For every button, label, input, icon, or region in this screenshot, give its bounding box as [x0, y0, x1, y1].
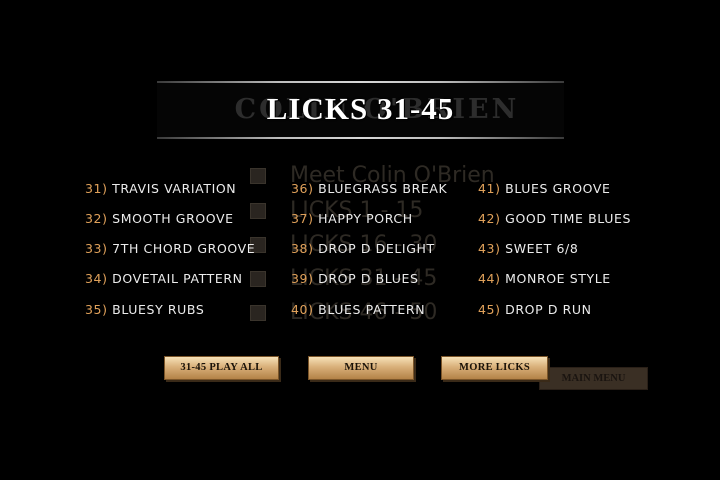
lick-number: 32)	[85, 211, 108, 226]
lick-name: SWEET 6/8	[505, 241, 579, 256]
lick-name: BLUEGRASS BREAK	[318, 181, 448, 196]
lick-number: 42)	[478, 211, 501, 226]
ghost-checkbox-icon	[250, 271, 266, 287]
lick-name: GOOD TIME BLUES	[505, 211, 632, 226]
lick-number: 44)	[478, 271, 501, 286]
play-all-button[interactable]: 31-45 PLAY ALL	[164, 356, 279, 380]
lick-item-32[interactable]: 32) SMOOTH GROOVE	[85, 211, 234, 227]
lick-number: 34)	[85, 271, 108, 286]
lick-item-39[interactable]: 39) DROP D BLUES	[291, 271, 419, 287]
lick-number: 38)	[291, 241, 314, 256]
banner-bottom-rule	[157, 137, 564, 139]
lick-number: 33)	[85, 241, 108, 256]
main-menu-button[interactable]: MAIN MENU	[539, 367, 648, 390]
lick-name: BLUES PATTERN	[318, 302, 426, 317]
ghost-checkbox-icon	[250, 168, 266, 184]
lick-name: DROP D DELIGHT	[318, 241, 435, 256]
lick-name: TRAVIS VARIATION	[112, 181, 237, 196]
lick-name: DROP D BLUES	[318, 271, 419, 286]
lick-name: DROP D RUN	[505, 302, 592, 317]
lick-item-36[interactable]: 36) BLUEGRASS BREAK	[291, 181, 447, 197]
ghost-checkbox-icon	[250, 305, 266, 321]
lick-number: 37)	[291, 211, 314, 226]
lick-name: BLUESY RUBS	[112, 302, 205, 317]
more-licks-button[interactable]: MORE LICKS	[441, 356, 548, 380]
lick-item-34[interactable]: 34) DOVETAIL PATTERN	[85, 271, 243, 287]
lick-number: 31)	[85, 181, 108, 196]
lick-name: SMOOTH GROOVE	[112, 211, 234, 226]
lick-item-33[interactable]: 33) 7TH CHORD GROOVE	[85, 241, 255, 257]
lick-number: 41)	[478, 181, 501, 196]
lick-item-45[interactable]: 45) DROP D RUN	[478, 302, 592, 318]
lick-item-41[interactable]: 41) BLUES GROOVE	[478, 181, 611, 197]
lick-item-42[interactable]: 42) GOOD TIME BLUES	[478, 211, 631, 227]
lick-name: HAPPY PORCH	[318, 211, 413, 226]
lick-item-31[interactable]: 31) TRAVIS VARIATION	[85, 181, 236, 197]
lick-item-37[interactable]: 37) HAPPY PORCH	[291, 211, 413, 227]
ghost-checkbox-icon	[250, 203, 266, 219]
lick-item-40[interactable]: 40) BLUES PATTERN	[291, 302, 425, 318]
lick-name: BLUES GROOVE	[505, 181, 611, 196]
lick-item-38[interactable]: 38) DROP D DELIGHT	[291, 241, 435, 257]
lick-name: DOVETAIL PATTERN	[112, 271, 243, 286]
lick-number: 35)	[85, 302, 108, 317]
page-title: LICKS 31-45	[266, 91, 455, 126]
title-banner: COLIN O'BRIEN LICKS 31-45	[157, 81, 564, 139]
lick-number: 43)	[478, 241, 501, 256]
lick-number: 40)	[291, 302, 314, 317]
lick-name: MONROE STYLE	[505, 271, 611, 286]
lick-name: 7TH CHORD GROOVE	[112, 241, 256, 256]
menu-button[interactable]: MENU	[308, 356, 414, 380]
lick-item-35[interactable]: 35) BLUESY RUBS	[85, 302, 204, 318]
lick-number: 45)	[478, 302, 501, 317]
lick-item-44[interactable]: 44) MONROE STYLE	[478, 271, 611, 287]
lick-item-43[interactable]: 43) SWEET 6/8	[478, 241, 578, 257]
lick-number: 36)	[291, 181, 314, 196]
banner-top-rule	[157, 81, 564, 83]
lick-number: 39)	[291, 271, 314, 286]
